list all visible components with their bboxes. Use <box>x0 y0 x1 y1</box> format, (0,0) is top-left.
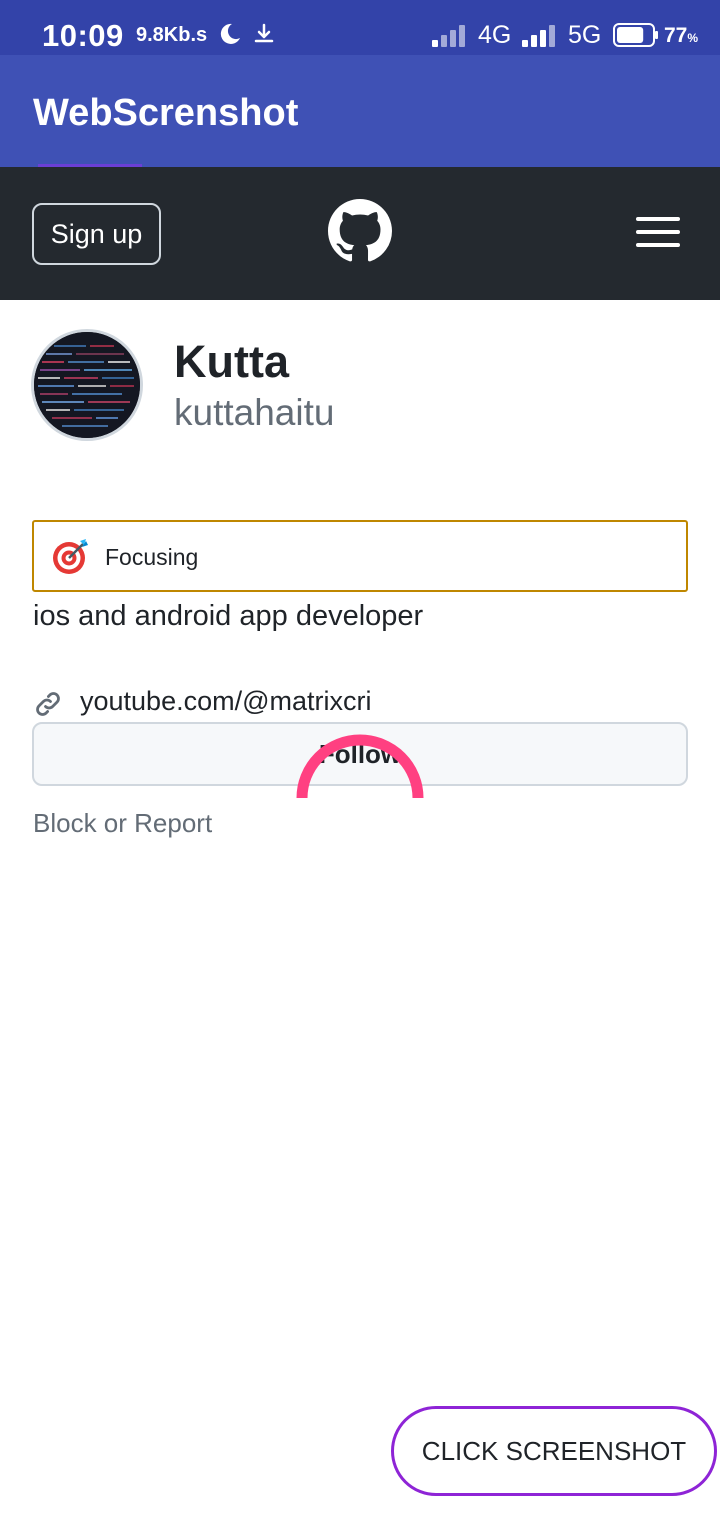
status-text: Focusing <box>105 544 199 570</box>
app-bar: WebScrenshot <box>0 55 720 167</box>
moon-icon <box>220 23 240 44</box>
avatar-image <box>34 332 140 438</box>
download-icon <box>254 23 274 43</box>
profile-bio: ios and android app developer <box>33 600 424 632</box>
status-bar: 10:09 9.8Kb.s 4G 5G 77% <box>0 0 720 55</box>
link-icon <box>36 692 60 716</box>
block-or-report-link[interactable]: Block or Report <box>33 808 212 839</box>
click-screenshot-button[interactable]: CLICK SCREENSHOT <box>391 1406 717 1496</box>
hamburger-menu-icon[interactable] <box>636 217 680 247</box>
profile-login: kuttahaitu <box>174 392 335 433</box>
target-emoji-icon <box>53 539 88 574</box>
battery-percent: 77% <box>664 24 699 47</box>
signal-icon <box>522 25 555 47</box>
profile-name: Kutta <box>174 336 289 387</box>
loading-spinner <box>296 734 424 799</box>
user-status[interactable]: Focusing <box>32 520 688 592</box>
github-header: Sign up <box>0 167 720 300</box>
signup-button[interactable]: Sign up <box>32 203 161 265</box>
status-network-speed: 9.8Kb.s <box>136 24 208 46</box>
avatar[interactable] <box>31 329 143 441</box>
profile-website-link[interactable]: youtube.com/@matrixcri <box>80 686 372 717</box>
status-time: 10:09 <box>42 18 124 53</box>
network-type-2: 5G <box>568 21 602 49</box>
app-title: WebScrenshot <box>33 92 299 134</box>
signal-icon <box>432 25 465 47</box>
battery-icon <box>613 23 658 47</box>
github-logo-icon[interactable] <box>328 199 392 263</box>
network-type-1: 4G <box>478 21 512 49</box>
